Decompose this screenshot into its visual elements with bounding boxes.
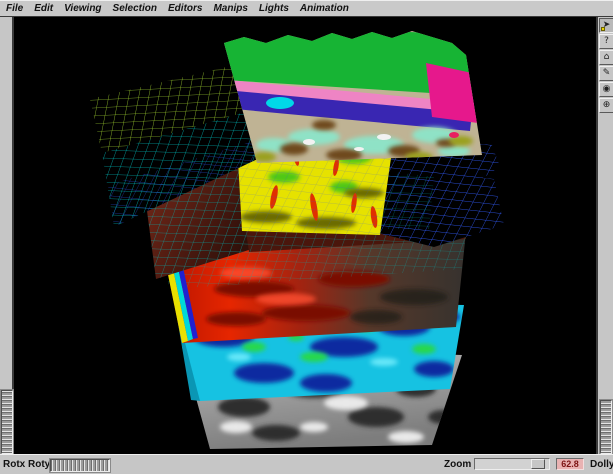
menu-viewing[interactable]: Viewing: [64, 3, 101, 14]
menu-selection[interactable]: Selection: [113, 3, 157, 14]
dolly-thumbwheel[interactable]: [600, 400, 612, 454]
menu-file[interactable]: File: [6, 3, 23, 14]
render-area[interactable]: [14, 17, 596, 455]
rotx-label: Rotx: [3, 459, 25, 470]
crosshair-icon: ⊕: [603, 101, 611, 110]
view-all-button[interactable]: ◉: [599, 82, 613, 97]
viewport-3d-scene[interactable]: [14, 17, 596, 455]
zoom-label: Zoom: [444, 459, 471, 470]
home-button[interactable]: ⌂: [599, 50, 613, 65]
help-button[interactable]: ?: [599, 34, 613, 49]
zoom-slider-handle[interactable]: [531, 459, 545, 469]
eye-icon: ◉: [603, 85, 611, 94]
menu-editors[interactable]: Editors: [168, 3, 202, 14]
roty-thumbwheel[interactable]: [50, 459, 110, 472]
right-toolbar: ➤ ? ⌂ ✎ ◉ ⊕: [596, 17, 613, 455]
question-mark-icon: ?: [604, 37, 609, 46]
rotx-thumbwheel[interactable]: [1, 390, 13, 454]
set-home-button[interactable]: ✎: [599, 66, 613, 81]
zoom-value-field[interactable]: 62.8: [556, 458, 584, 470]
roty-label: Roty: [28, 459, 50, 470]
bottom-control-bar: Rotx Roty Zoom 62.8 Dolly: [0, 454, 613, 474]
menu-bar: File Edit Viewing Selection Editors Mani…: [0, 0, 613, 17]
pointer-icon: ➤: [603, 21, 611, 30]
scene-viewer-window: File Edit Viewing Selection Editors Mani…: [0, 0, 613, 474]
home-icon: ⌂: [604, 53, 610, 62]
dolly-label: Dolly: [590, 459, 613, 470]
menu-manips[interactable]: Manips: [213, 3, 247, 14]
zoom-slider[interactable]: [474, 458, 550, 470]
seek-button[interactable]: ⊕: [599, 98, 613, 113]
home-edit-icon: ✎: [603, 69, 611, 78]
menu-animation[interactable]: Animation: [300, 3, 349, 14]
pick-mode-button[interactable]: ➤: [599, 18, 613, 33]
left-decoration-strip: [0, 17, 14, 455]
menu-lights[interactable]: Lights: [259, 3, 289, 14]
menu-edit[interactable]: Edit: [34, 3, 53, 14]
